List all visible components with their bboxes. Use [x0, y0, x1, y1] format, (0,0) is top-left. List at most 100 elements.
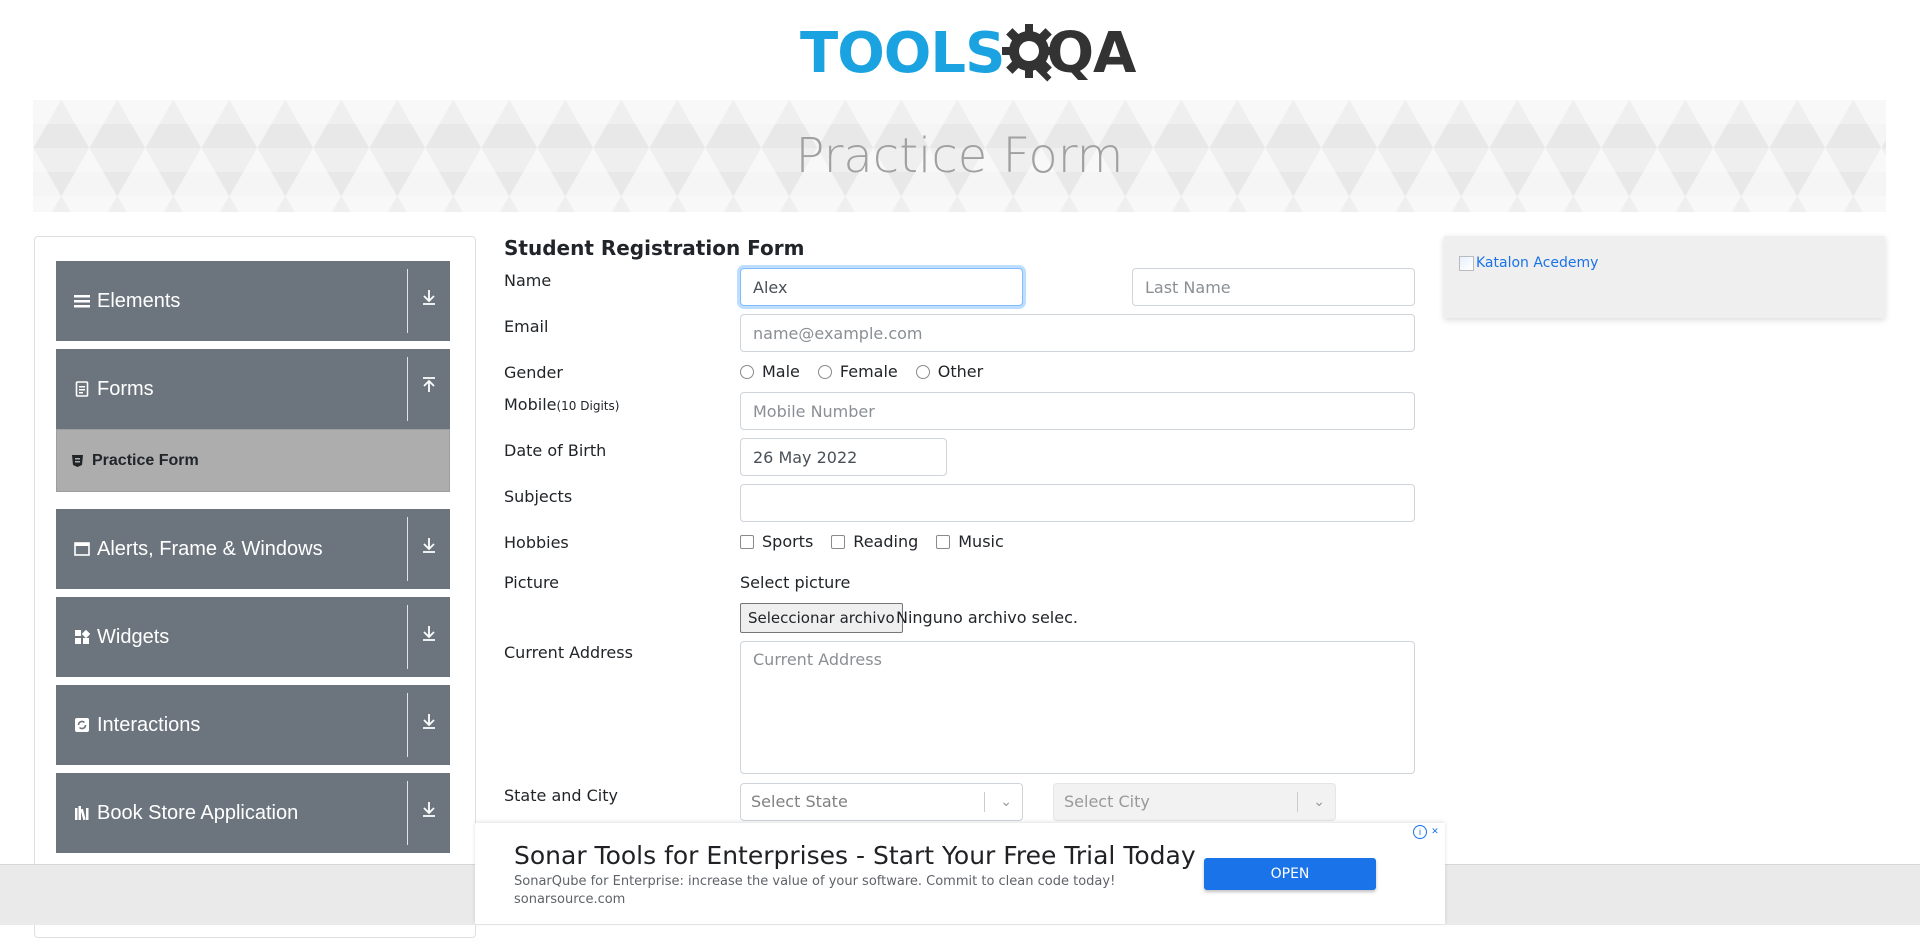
- gender-other-radio[interactable]: Other: [915, 362, 984, 381]
- subjects-input[interactable]: [740, 484, 1415, 522]
- mobile-hint: (10 Digits): [556, 399, 620, 413]
- radio-label: Other: [937, 362, 984, 381]
- checkbox-box[interactable]: [740, 534, 754, 549]
- hamburger-icon: [74, 295, 90, 308]
- sidebar-item-label: Practice Form: [92, 452, 199, 469]
- sidebar-group-label: Elements: [97, 290, 181, 312]
- sidebar-group-label: Alerts, Frame & Windows: [97, 538, 323, 560]
- radio-label: Female: [839, 362, 898, 381]
- logo-text-tools: TOOLS: [800, 20, 1005, 86]
- name-label: Name: [504, 271, 552, 290]
- form-title: Student Registration Form: [504, 236, 805, 260]
- sidebar-group-forms[interactable]: Forms: [56, 349, 450, 429]
- checkbox-label: Sports: [762, 532, 814, 551]
- info-icon[interactable]: i: [1413, 825, 1427, 839]
- last-name-input[interactable]: [1132, 268, 1415, 306]
- window-icon: [74, 542, 90, 556]
- sidebar-group-book-store[interactable]: Book Store Application: [56, 773, 450, 853]
- gender-male-radio[interactable]: Male: [740, 362, 800, 381]
- sidebar-group-widgets[interactable]: Widgets: [56, 597, 450, 677]
- current-address-label: Current Address: [504, 643, 633, 662]
- divider: [407, 269, 408, 333]
- page-banner: Practice Form: [33, 100, 1886, 212]
- download-arrow-icon[interactable]: [415, 261, 443, 341]
- adchoices[interactable]: i ✕: [1413, 825, 1441, 839]
- gender-label: Gender: [504, 363, 563, 382]
- divider: [407, 693, 408, 757]
- ad-description: SonarQube for Enterprise: increase the v…: [514, 874, 1116, 889]
- checkbox-box[interactable]: [831, 534, 846, 549]
- hobby-sports-checkbox[interactable]: Sports: [740, 532, 813, 551]
- divider: [407, 357, 408, 421]
- hobbies-label: Hobbies: [504, 533, 569, 552]
- current-address-textarea[interactable]: Current Address: [740, 641, 1415, 774]
- download-arrow-icon[interactable]: [415, 685, 443, 765]
- sidebar-group-label: Interactions: [97, 714, 201, 736]
- refresh-icon: [75, 718, 89, 732]
- right-ad-box: Katalon Acedemy: [1444, 236, 1885, 318]
- city-select[interactable]: Select City ⌄: [1053, 783, 1336, 821]
- chevron-down-icon[interactable]: ⌄: [1313, 784, 1325, 820]
- checkbox-label: Reading: [853, 532, 919, 551]
- divider: [407, 781, 408, 845]
- document-icon: [75, 381, 89, 397]
- divider: [407, 517, 408, 581]
- chevron-down-icon[interactable]: ⌄: [1000, 784, 1012, 820]
- sidebar-group-label: Forms: [97, 378, 154, 400]
- sidebar-item-practice-form[interactable]: Practice Form: [56, 429, 450, 492]
- ad-open-button[interactable]: OPEN: [1204, 858, 1376, 890]
- sidebar-group-alerts[interactable]: Alerts, Frame & Windows: [56, 509, 450, 589]
- close-icon[interactable]: ✕: [1429, 825, 1441, 837]
- radio-label: Male: [762, 362, 800, 381]
- checkbox-label: Music: [958, 532, 1004, 551]
- city-select-placeholder: Select City: [1064, 792, 1150, 811]
- sidebar-group-label: Widgets: [97, 626, 170, 648]
- date-of-birth-input[interactable]: [740, 438, 947, 476]
- state-city-label: State and City: [504, 786, 618, 805]
- divider: [407, 605, 408, 669]
- select-picture-label: Select picture: [740, 573, 851, 592]
- gender-female-radio[interactable]: Female: [817, 362, 898, 381]
- sidebar-group-label: Book Store Application: [97, 802, 299, 824]
- subjects-label: Subjects: [504, 487, 573, 506]
- upload-arrow-icon[interactable]: [415, 349, 443, 429]
- email-input[interactable]: [740, 314, 1415, 352]
- checkbox-box[interactable]: [936, 534, 951, 549]
- download-arrow-icon[interactable]: [415, 773, 443, 853]
- download-arrow-icon[interactable]: [415, 509, 443, 589]
- html5-icon: [72, 455, 83, 467]
- sidebar: Elements Forms Practice Form Alerts, Fra…: [34, 236, 476, 938]
- dob-label: Date of Birth: [504, 441, 607, 460]
- bottom-ad-banner[interactable]: Sonar Tools for Enterprises - Start Your…: [475, 823, 1445, 924]
- gender-radio-group: Male Female Other: [740, 362, 1001, 381]
- state-select[interactable]: Select State ⌄: [740, 783, 1023, 821]
- hobby-reading-checkbox[interactable]: Reading: [831, 532, 918, 551]
- books-icon: [75, 806, 89, 821]
- choose-file-button[interactable]: Seleccionar archivo: [740, 603, 903, 633]
- sidebar-group-interactions[interactable]: Interactions: [56, 685, 450, 765]
- radio-circle[interactable]: [817, 364, 832, 379]
- katalon-ad-link[interactable]: Katalon Acedemy: [1459, 255, 1598, 271]
- katalon-ad-alt-text: Katalon Acedemy: [1476, 255, 1599, 271]
- picture-label: Picture: [504, 573, 560, 592]
- logo-text-qa: QA: [1046, 20, 1136, 86]
- first-name-input[interactable]: [740, 268, 1023, 306]
- email-label: Email: [504, 317, 549, 336]
- radio-circle[interactable]: [915, 364, 930, 379]
- grid-icon: [75, 629, 90, 644]
- page-title: Practice Form: [795, 128, 1124, 184]
- broken-image-icon: [1459, 255, 1474, 271]
- hobby-music-checkbox[interactable]: Music: [936, 532, 1004, 551]
- radio-circle[interactable]: [740, 364, 754, 379]
- mobile-input[interactable]: [740, 392, 1415, 430]
- divider: [984, 792, 985, 812]
- hobbies-checkbox-group: Sports Reading Music: [740, 532, 1022, 551]
- divider: [1297, 792, 1298, 812]
- download-arrow-icon[interactable]: [415, 597, 443, 677]
- toolsqa-logo[interactable]: TOOLS QA: [800, 16, 1136, 90]
- ad-url[interactable]: sonarsource.com: [514, 892, 625, 907]
- ad-headline[interactable]: Sonar Tools for Enterprises - Start Your…: [514, 841, 1196, 870]
- file-status-text: Ninguno archivo selec.: [896, 608, 1078, 627]
- state-select-placeholder: Select State: [751, 792, 848, 811]
- sidebar-group-elements[interactable]: Elements: [56, 261, 450, 341]
